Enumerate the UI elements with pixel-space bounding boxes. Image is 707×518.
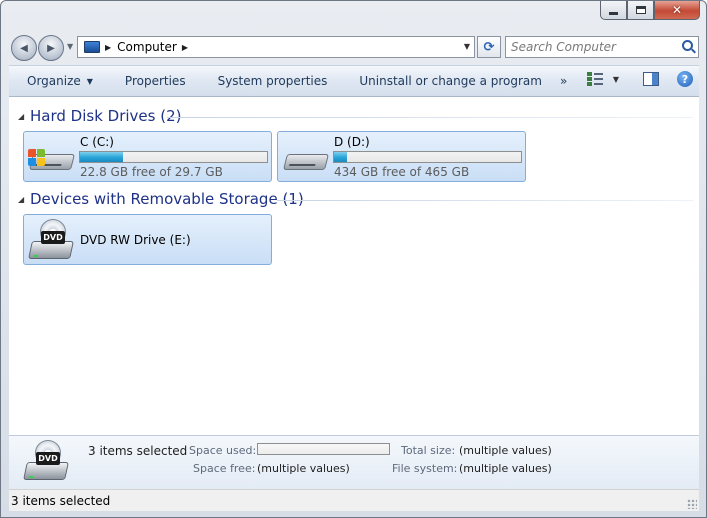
maximize-button[interactable] xyxy=(627,1,654,20)
system-properties-button[interactable]: System properties xyxy=(200,66,342,96)
drive-tile-c[interactable]: C (C:) 22.8 GB free of 29.7 GB xyxy=(23,131,272,182)
hard-drive-icon xyxy=(28,144,75,176)
breadcrumb-chevron-icon[interactable]: ▶ xyxy=(182,43,188,52)
group-divider xyxy=(167,117,693,118)
address-history-dropdown[interactable]: ▼ xyxy=(464,42,470,51)
change-view-icon[interactable] xyxy=(586,72,603,86)
maximize-icon xyxy=(635,6,646,14)
group-header-removable[interactable]: ◢ Devices with Removable Storage (1) xyxy=(9,189,699,211)
navigation-bar: ◀ ▶ ▼ ▶ Computer ▶ ▼ ⟳ xyxy=(9,32,701,62)
view-controls: ▼ ? xyxy=(586,71,693,87)
help-icon[interactable]: ? xyxy=(677,71,693,87)
drive-name: C (C:) xyxy=(80,135,114,149)
space-used-label: Space used: xyxy=(189,444,257,457)
drive-usage-bar xyxy=(333,151,522,163)
refresh-icon: ⟳ xyxy=(483,39,495,55)
view-options-dropdown[interactable]: ▼ xyxy=(613,75,619,84)
drive-free-space: 22.8 GB free of 29.7 GB xyxy=(80,165,223,179)
uninstall-label: Uninstall or change a program xyxy=(359,74,542,88)
space-free-label: Space free: xyxy=(193,462,256,475)
group-header-hard-disks[interactable]: ◢ Hard Disk Drives (2) xyxy=(9,106,699,128)
close-icon: ✕ xyxy=(671,3,683,17)
drive-usage-bar xyxy=(79,151,268,163)
space-free-value: (multiple values) xyxy=(257,462,350,475)
back-arrow-icon: ◀ xyxy=(20,42,28,54)
selection-dvd-icon: DVD xyxy=(23,440,73,486)
total-size-value: (multiple values) xyxy=(459,444,552,457)
drive-tile-e[interactable]: DVD DVD RW Drive (E:) xyxy=(23,214,272,265)
space-used-bar xyxy=(257,443,390,455)
total-size-label: Total size: xyxy=(401,444,456,457)
collapse-triangle-icon[interactable]: ◢ xyxy=(18,112,24,121)
group-title-hard-disks: Hard Disk Drives (2) xyxy=(30,107,182,125)
collapse-triangle-icon[interactable]: ◢ xyxy=(18,195,24,204)
drive-name: D (D:) xyxy=(334,135,370,149)
group-title-removable: Devices with Removable Storage (1) xyxy=(30,190,304,208)
forward-button[interactable]: ▶ xyxy=(38,35,64,61)
search-input[interactable] xyxy=(506,37,666,57)
dvd-badge: DVD xyxy=(36,452,60,465)
recent-pages-dropdown[interactable]: ▼ xyxy=(67,42,73,51)
caption-buttons: ✕ xyxy=(600,1,700,21)
group-divider xyxy=(277,200,693,201)
status-text: 3 items selected xyxy=(11,494,111,508)
details-pane: DVD 3 items selected Space used: Space f… xyxy=(9,435,699,489)
system-properties-label: System properties xyxy=(217,74,328,88)
properties-label: Properties xyxy=(124,74,186,88)
minimize-button[interactable] xyxy=(600,1,627,20)
organize-label: Organize xyxy=(27,74,81,88)
explorer-window: ✕ ◀ ▶ ▼ ▶ Computer ▶ ▼ ⟳ Organize ▼ Prop… xyxy=(0,0,707,518)
dvd-badge: DVD xyxy=(41,231,65,244)
drive-tile-d[interactable]: D (D:) 434 GB free of 465 GB xyxy=(277,131,526,182)
file-system-label: File system: xyxy=(392,462,458,475)
properties-button[interactable]: Properties xyxy=(107,66,200,96)
computer-icon xyxy=(84,41,100,53)
drive-name: DVD RW Drive (E:) xyxy=(80,233,191,247)
command-bar: Organize ▼ Properties System properties … xyxy=(9,65,699,97)
status-bar: 3 items selected xyxy=(9,489,699,511)
dvd-drive-icon: DVD xyxy=(28,219,76,263)
search-box[interactable] xyxy=(505,36,699,58)
resize-grip-icon[interactable] xyxy=(687,499,697,509)
file-list-area[interactable]: ◢ Hard Disk Drives (2) C (C:) 22.8 GB fr… xyxy=(9,97,699,435)
more-commands-button[interactable]: » xyxy=(560,74,567,88)
search-icon[interactable] xyxy=(682,40,693,51)
preview-pane-icon[interactable] xyxy=(643,72,659,86)
breadcrumb-computer[interactable]: Computer xyxy=(117,40,177,54)
forward-arrow-icon: ▶ xyxy=(47,42,55,54)
address-bar[interactable]: ▶ Computer ▶ ▼ xyxy=(77,36,475,58)
refresh-button[interactable]: ⟳ xyxy=(477,36,501,58)
breadcrumb-separator-icon[interactable]: ▶ xyxy=(105,43,111,52)
back-button[interactable]: ◀ xyxy=(11,35,37,61)
minimize-icon xyxy=(609,11,618,15)
organize-menu[interactable]: Organize ▼ xyxy=(9,66,107,96)
chevron-down-icon: ▼ xyxy=(86,76,93,86)
uninstall-program-button[interactable]: Uninstall or change a program xyxy=(341,66,556,96)
selection-summary: 3 items selected xyxy=(88,444,188,458)
hard-drive-icon xyxy=(282,144,329,176)
windows-logo-icon xyxy=(28,149,46,167)
file-system-value: (multiple values) xyxy=(459,462,552,475)
close-button[interactable]: ✕ xyxy=(654,1,700,20)
drive-free-space: 434 GB free of 465 GB xyxy=(334,165,470,179)
